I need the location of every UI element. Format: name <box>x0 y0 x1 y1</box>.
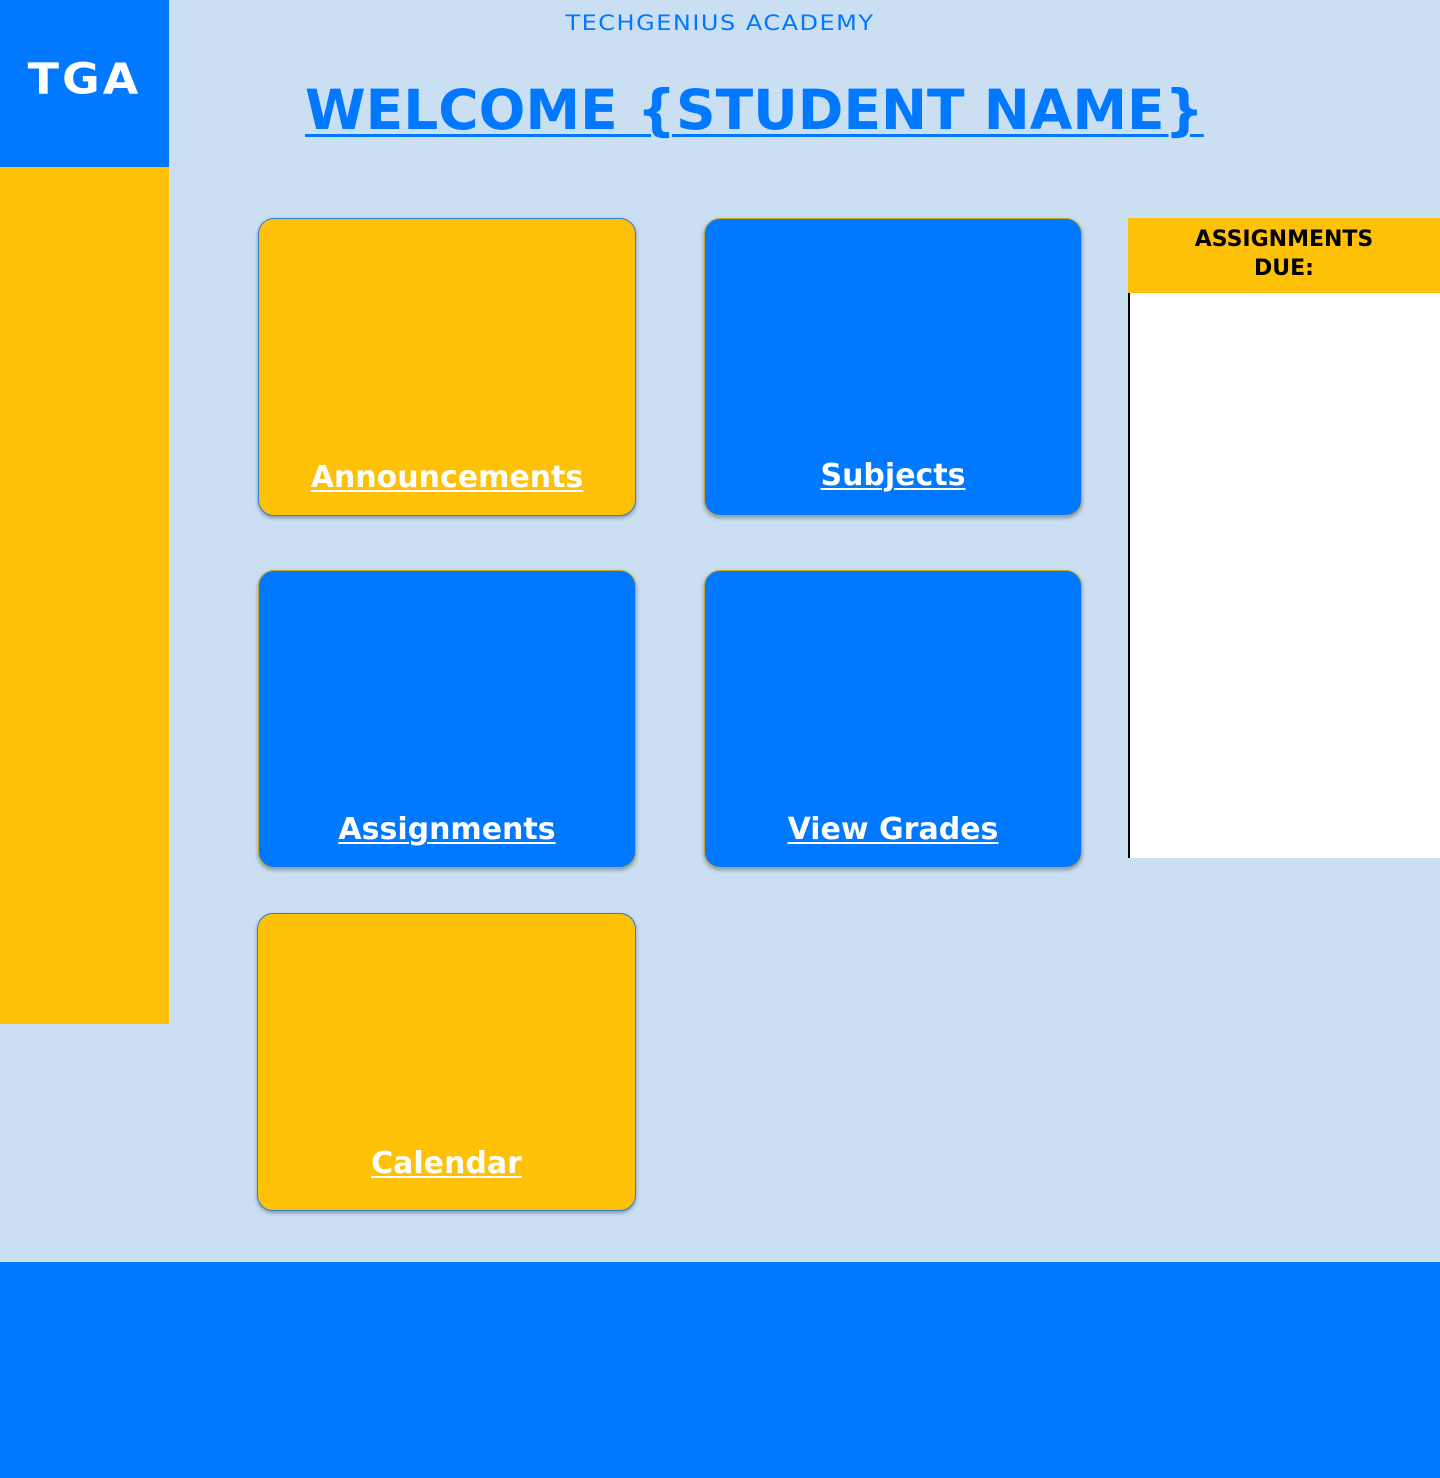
view-grades-tile[interactable]: View Grades <box>704 570 1082 868</box>
announcements-tile[interactable]: Announcements <box>258 218 636 516</box>
calendar-tile[interactable]: Calendar <box>257 913 636 1211</box>
subjects-tile[interactable]: Subjects <box>704 218 1082 516</box>
page-title: WELCOME {STUDENT NAME} <box>305 78 1204 142</box>
assignments-link[interactable]: Assignments <box>259 812 635 847</box>
footer <box>0 1262 1440 1478</box>
logo-text: TGA <box>27 53 142 104</box>
view-grades-link[interactable]: View Grades <box>705 812 1081 847</box>
announcements-link[interactable]: Announcements <box>259 460 635 495</box>
subjects-link[interactable]: Subjects <box>705 458 1081 493</box>
academy-name-text: TECHGENIUS ACADEMY <box>565 10 875 36</box>
assignments-due-title: ASSIGNMENTS DUE: <box>1194 227 1374 281</box>
academy-name: TECHGENIUS ACADEMY <box>0 9 1440 37</box>
calendar-link[interactable]: Calendar <box>258 1146 635 1181</box>
assignments-due-header: ASSIGNMENTS DUE: <box>1128 218 1440 293</box>
sidebar <box>0 167 169 1024</box>
assignments-due-panel: ASSIGNMENTS DUE: <box>1128 218 1440 858</box>
assignments-tile[interactable]: Assignments <box>258 570 636 868</box>
assignments-due-list[interactable] <box>1128 293 1440 858</box>
